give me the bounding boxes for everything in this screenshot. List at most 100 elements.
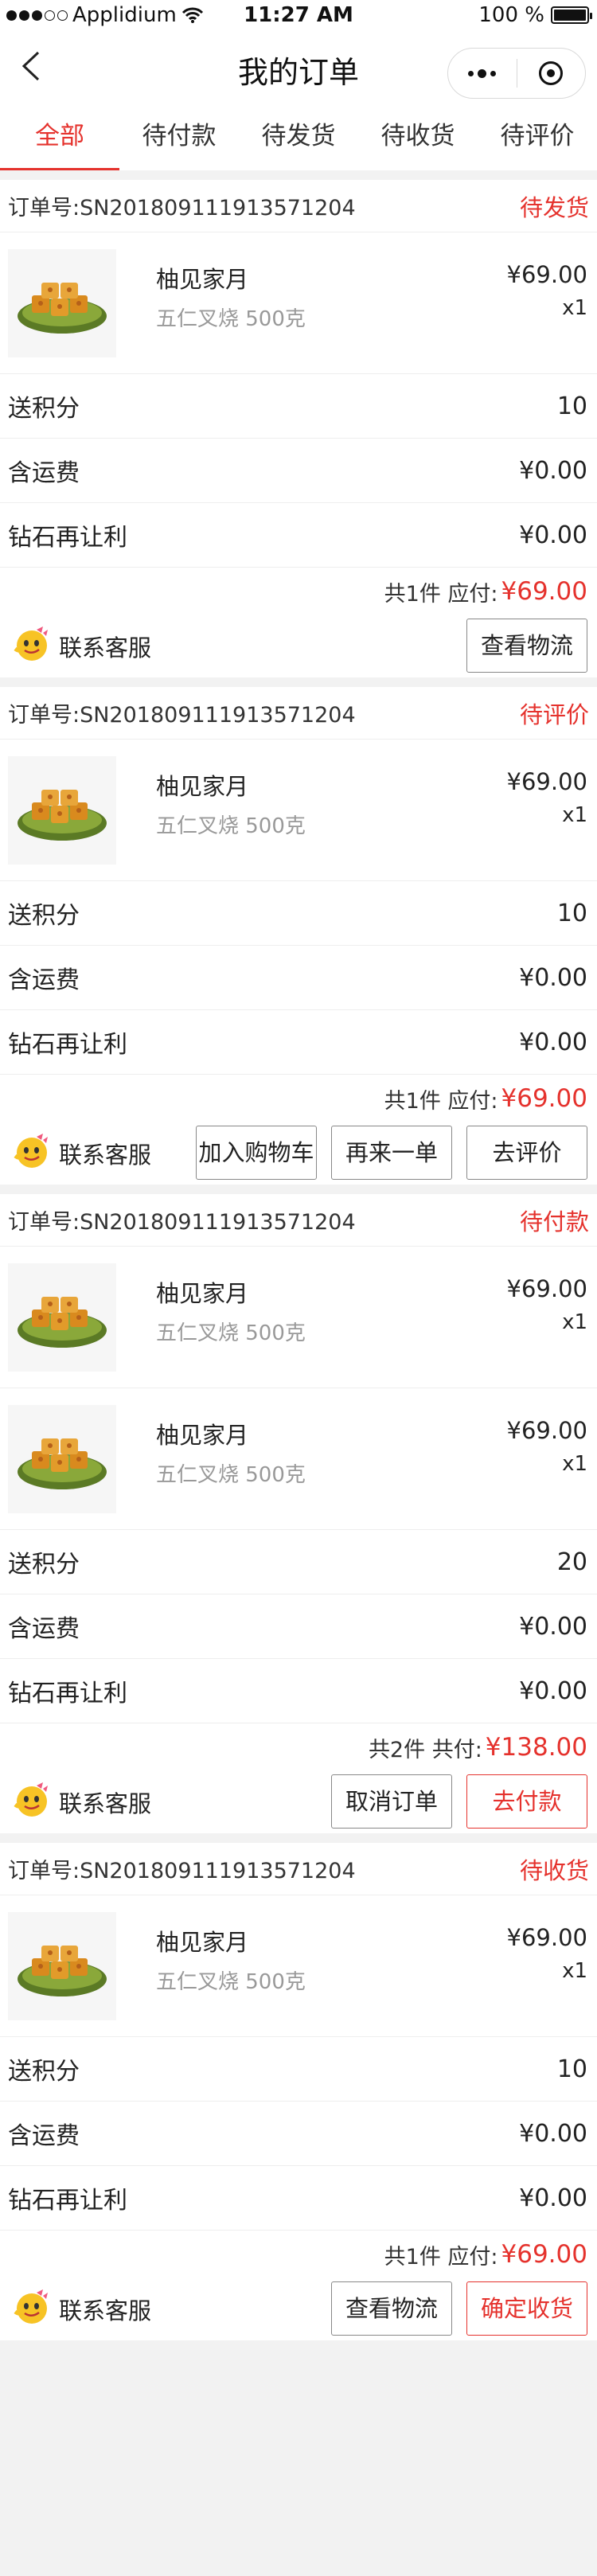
customer-service-icon — [13, 1132, 51, 1176]
order-total: 共2件 共付: ¥138.00 — [0, 1723, 597, 1771]
battery-area: 100 % — [478, 3, 592, 27]
target-icon — [539, 61, 564, 85]
tab-all[interactable]: 全部 — [0, 102, 119, 170]
order-actions: 联系客服 查看物流 — [0, 615, 597, 677]
order-card: 订单号:SN201809111913571204 待收货柚见家月五仁叉烧 500克… — [0, 1843, 597, 2340]
product-name: 柚见家月 — [156, 1280, 249, 1307]
product-image — [8, 1911, 116, 2020]
order-status: 待发货 — [519, 193, 589, 221]
product-row[interactable]: 柚见家月 五仁叉烧 500克 ¥69.00 x1 — [0, 1388, 597, 1530]
points-value: 10 — [556, 392, 587, 420]
order-action-button[interactable]: 加入购物车 — [196, 1126, 317, 1180]
contact-service-label: 联系客服 — [59, 1790, 152, 1817]
order-action-button[interactable]: 去评价 — [466, 1126, 587, 1180]
order-tabs: 全部 待付款 待发货 待收货 待评价 — [0, 102, 597, 170]
order-header: 订单号:SN201809111913571204 待收货 — [0, 1843, 597, 1895]
product-price: ¥69.00 — [506, 1275, 587, 1302]
product-spec: 五仁叉烧 500克 — [156, 1463, 306, 1487]
battery-percent: 100 % — [478, 3, 544, 27]
more-button[interactable] — [448, 49, 517, 98]
tab-pending-review[interactable]: 待评价 — [478, 102, 597, 170]
contact-service-label: 联系客服 — [59, 2297, 152, 2324]
product-name: 柚见家月 — [156, 1929, 249, 1956]
product-row[interactable]: 柚见家月 五仁叉烧 500克 ¥69.00 x1 — [0, 1895, 597, 2037]
product-row[interactable]: 柚见家月 五仁叉烧 500克 ¥69.00 x1 — [0, 232, 597, 374]
product-spec: 五仁叉烧 500克 — [156, 1321, 306, 1345]
order-actions: 联系客服 查看物流 确定收货 — [0, 2278, 597, 2340]
shipping-row: 含运费 ¥0.00 — [0, 1594, 597, 1659]
order-header: 订单号:SN201809111913571204 待评价 — [0, 687, 597, 740]
product-image — [8, 1404, 116, 1513]
diamond-discount-row: 钻石再让利 ¥0.00 — [0, 503, 597, 568]
diamond-discount-row: 钻石再让利 ¥0.00 — [0, 1659, 597, 1723]
product-quantity: x1 — [562, 1310, 587, 1334]
order-number: 订单号:SN201809111913571204 — [8, 1859, 356, 1883]
tab-pending-payment[interactable]: 待付款 — [119, 102, 239, 170]
shipping-label: 含运费 — [8, 459, 80, 487]
points-value: 10 — [556, 899, 587, 927]
diamond-value: ¥0.00 — [519, 521, 587, 549]
order-card: 订单号:SN201809111913571204 待发货柚见家月 五仁叉烧 500克… — [0, 180, 597, 677]
order-number: 订单号:SN201809111913571204 — [8, 196, 356, 221]
contact-service-label: 联系客服 — [59, 634, 152, 662]
shipping-value: ¥0.00 — [519, 1612, 587, 1641]
diamond-discount-row: 钻石再让利 ¥0.00 — [0, 1010, 597, 1075]
total-amount: ¥69.00 — [501, 577, 587, 606]
product-price: ¥69.00 — [506, 261, 587, 288]
shipping-value: ¥0.00 — [519, 2119, 587, 2148]
diamond-label: 钻石再让利 — [8, 524, 127, 552]
order-action-button[interactable]: 确定收货 — [466, 2281, 587, 2336]
total-label: 共1件 应付: — [384, 2244, 498, 2270]
product-quantity: x1 — [562, 803, 587, 827]
total-label: 共2件 共付: — [368, 1737, 482, 1762]
product-price: ¥69.00 — [506, 768, 587, 795]
order-header: 订单号:SN201809111913571204 待付款 — [0, 1194, 597, 1247]
order-action-button[interactable]: 查看物流 — [466, 619, 587, 673]
product-row[interactable]: 柚见家月 五仁叉烧 500克 ¥69.00 x1 — [0, 740, 597, 881]
customer-service-icon — [13, 1781, 51, 1825]
order-status: 待评价 — [519, 701, 589, 728]
order-card: 订单号:SN201809111913571204 待评价 柚见家月 五仁叉烧 500克… — [0, 687, 597, 1185]
contact-service-button[interactable]: 联系客服 — [13, 625, 151, 669]
points-row: 送积分 10 — [0, 374, 597, 439]
points-value: 10 — [556, 2055, 587, 2083]
status-bar: Applidium 11:27 AM 100 % — [0, 0, 597, 32]
contact-service-button[interactable]: 联系客服 — [13, 2288, 151, 2332]
order-action-button[interactable]: 去付款 — [466, 1774, 587, 1829]
order-status: 待付款 — [519, 1208, 589, 1235]
tab-pending-shipment[interactable]: 待发货 — [239, 102, 358, 170]
order-number: 订单号:SN201809111913571204 — [8, 1210, 356, 1235]
product-image — [8, 755, 116, 865]
points-row: 送积分 10 — [0, 2037, 597, 2102]
total-label: 共1件 应付: — [384, 1088, 498, 1114]
product-spec: 五仁叉烧 500克 — [156, 1970, 306, 1994]
points-label: 送积分 — [8, 902, 80, 930]
product-spec: 五仁叉烧 500克 — [156, 814, 306, 838]
product-name: 柚见家月 — [156, 266, 249, 293]
diamond-label: 钻石再让利 — [8, 2187, 127, 2215]
order-total: 共1件 应付: ¥69.00 — [0, 2231, 597, 2278]
order-action-button[interactable]: 再来一单 — [331, 1126, 452, 1180]
shipping-row: 含运费 ¥0.00 — [0, 2102, 597, 2166]
shipping-value: ¥0.00 — [519, 456, 587, 485]
contact-service-button[interactable]: 联系客服 — [13, 1781, 151, 1825]
nav-bar: 我的订单 — [0, 32, 597, 102]
points-label: 送积分 — [8, 2058, 80, 2086]
diamond-value: ¥0.00 — [519, 2184, 587, 2212]
close-program-button[interactable] — [517, 49, 586, 98]
tab-pending-receipt[interactable]: 待收货 — [358, 102, 478, 170]
order-action-button[interactable]: 取消订单 — [331, 1774, 452, 1829]
product-row[interactable]: 柚见家月五仁叉烧 500克 ¥69.00 x1 — [0, 1247, 597, 1388]
battery-icon — [551, 6, 592, 24]
shipping-label: 含运费 — [8, 966, 80, 994]
total-amount: ¥69.00 — [501, 1084, 587, 1113]
product-quantity: x1 — [562, 1959, 587, 1983]
points-row: 送积分 20 — [0, 1530, 597, 1594]
shipping-row: 含运费 ¥0.00 — [0, 946, 597, 1010]
diamond-value: ¥0.00 — [519, 1028, 587, 1056]
order-action-button[interactable]: 查看物流 — [331, 2281, 452, 2336]
contact-service-button[interactable]: 联系客服 — [13, 1132, 151, 1176]
order-card: 订单号:SN201809111913571204 待付款柚见家月五仁叉烧 500克… — [0, 1194, 597, 1833]
total-amount: ¥69.00 — [501, 2240, 587, 2269]
shipping-row: 含运费 ¥0.00 — [0, 439, 597, 503]
